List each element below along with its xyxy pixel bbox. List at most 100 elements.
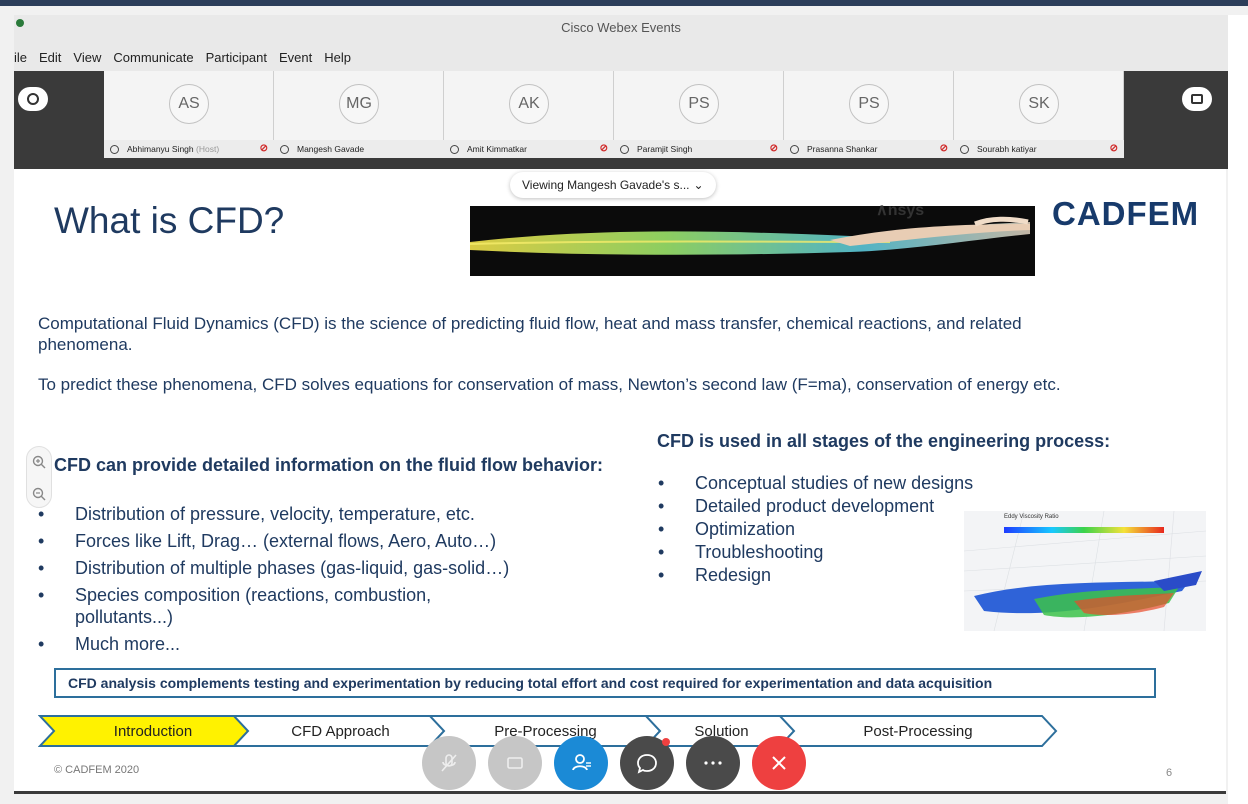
right-rail	[1228, 15, 1248, 804]
meeting-info-button[interactable]	[18, 87, 48, 111]
cadfem-logo: CADFEM	[1052, 195, 1200, 232]
avatar: PS	[679, 84, 719, 124]
menu-bar: ile Edit View Communicate Participant Ev…	[14, 43, 1228, 71]
left-section-heading: CFD can provide detailed information on …	[54, 455, 604, 475]
title-bar: Cisco Webex Events	[14, 15, 1228, 43]
participants-button[interactable]	[554, 736, 608, 790]
slide-page-number: 6	[1166, 767, 1173, 779]
participant-tile[interactable]: PS Paramjit Singh ⊘	[614, 71, 784, 158]
participant-tile[interactable]: AS Abhimanyu Singh (Host) ⊘	[104, 71, 274, 158]
participant-name: Sourabh katiyar	[977, 144, 1037, 154]
simulation-graphic: Eddy Viscosity Ratio	[964, 511, 1206, 631]
participant-name-bar: Sourabh katiyar ⊘	[954, 140, 1124, 158]
muted-mic-icon: ⊘	[939, 143, 948, 154]
presenter-icon	[280, 144, 289, 154]
list-item: Much more...	[38, 633, 598, 655]
sim-legend-title: Eddy Viscosity Ratio	[1004, 514, 1059, 520]
muted-mic-icon: ⊘	[259, 143, 268, 154]
menu-view[interactable]: View	[73, 50, 101, 65]
list-item: Forces like Lift, Drag… (external flows,…	[38, 530, 598, 552]
menu-help[interactable]: Help	[324, 50, 351, 65]
participant-name: Paramjit Singh	[637, 144, 693, 154]
participant-name: Amit Kimmatkar	[467, 144, 527, 154]
layout-button[interactable]	[1182, 87, 1212, 111]
cfd-definition: Computational Fluid Dynamics (CFD) is th…	[38, 314, 1022, 354]
webex-window: Cisco Webex Events ile Edit View Communi…	[0, 0, 1248, 804]
list-item: Conceptual studies of new designs	[658, 472, 1058, 494]
avatar: SK	[1019, 84, 1059, 124]
participant-name: Mangesh Gavade	[297, 144, 365, 154]
menu-edit[interactable]: Edit	[39, 50, 61, 65]
headset-icon	[790, 144, 799, 154]
avatar: MG	[339, 84, 379, 124]
chat-icon	[637, 754, 657, 774]
participant-name-bar: Mangesh Gavade	[274, 140, 444, 158]
info-icon	[27, 93, 39, 105]
cfd-equations-text: To predict these phenomena, CFD solves e…	[38, 375, 1061, 394]
slide-bottom-border	[14, 791, 1226, 794]
window-title: Cisco Webex Events	[561, 20, 681, 35]
slide-title: What is CFD?	[54, 200, 285, 241]
participant-name: Abhimanyu Singh	[127, 144, 194, 154]
video-button[interactable]	[488, 736, 542, 790]
participant-tile[interactable]: AK Amit Kimmatkar ⊘	[444, 71, 614, 158]
top-strip	[0, 0, 1248, 6]
list-item: Distribution of multiple phases (gas-liq…	[38, 557, 598, 579]
avatar: AK	[509, 84, 549, 124]
mute-button[interactable]	[422, 736, 476, 790]
process-steps: Introduction CFD Approach Pre-Processing…	[37, 714, 1060, 748]
muted-mic-icon: ⊘	[1109, 143, 1118, 154]
step-introduction: Introduction	[113, 723, 193, 740]
zoom-control[interactable]	[26, 446, 52, 508]
end-meeting-button[interactable]	[752, 736, 806, 790]
participants-icon	[572, 754, 591, 771]
wing-simulation-image: Eddy Viscosity Ratio	[964, 511, 1206, 631]
left-bullet-list: Distribution of pressure, velocity, temp…	[38, 503, 598, 660]
participant-name-bar: Prasanna Shankar ⊘	[784, 140, 954, 158]
muted-mic-icon: ⊘	[769, 143, 778, 154]
participant-name: Prasanna Shankar	[807, 144, 878, 154]
more-icon	[704, 761, 722, 765]
headset-icon	[960, 144, 969, 154]
participant-tile[interactable]: SK Sourabh katiyar ⊘	[954, 71, 1124, 158]
step-cfd-approach: CFD Approach	[291, 723, 390, 740]
headset-icon	[620, 144, 629, 154]
close-icon	[772, 756, 786, 770]
camera-icon	[507, 757, 523, 769]
headset-icon	[110, 144, 119, 154]
mic-off-icon	[441, 754, 457, 772]
avatar: AS	[169, 84, 209, 124]
headset-icon	[450, 144, 459, 154]
viewing-share-indicator[interactable]: Viewing Mangesh Gavade's s... ⌄	[510, 172, 716, 198]
step-pre-processing: Pre-Processing	[494, 723, 597, 740]
participant-tile[interactable]: MG Mangesh Gavade	[274, 71, 444, 158]
airflow-image	[470, 206, 1035, 276]
participant-name-bar: Abhimanyu Singh (Host) ⊘	[104, 140, 274, 158]
avatar: PS	[849, 84, 889, 124]
menu-file[interactable]: ile	[14, 50, 27, 65]
chat-button[interactable]	[620, 736, 674, 790]
participant-tile[interactable]: PS Prasanna Shankar ⊘	[784, 71, 954, 158]
menu-communicate[interactable]: Communicate	[113, 50, 193, 65]
cfd-simulation-banner	[470, 206, 1035, 276]
participant-name-bar: Paramjit Singh ⊘	[614, 140, 784, 158]
chat-notification-dot	[662, 738, 670, 746]
callout-box: CFD analysis complements testing and exp…	[54, 668, 1156, 698]
step-post-processing: Post-Processing	[863, 723, 973, 740]
menu-event[interactable]: Event	[279, 50, 312, 65]
more-options-button[interactable]	[686, 736, 740, 790]
viewing-share-text: Viewing Mangesh Gavade's s...	[522, 178, 690, 192]
participant-name-bar: Amit Kimmatkar ⊘	[444, 140, 614, 158]
zoom-icons	[32, 455, 46, 501]
menu-participant[interactable]: Participant	[206, 50, 267, 65]
layout-icon	[1191, 94, 1203, 104]
right-section-heading: CFD is used in all stages of the enginee…	[657, 431, 1111, 451]
ansys-logo: ∧nsys	[876, 202, 925, 219]
participant-strip: AS Abhimanyu Singh (Host) ⊘ MG Mangesh G…	[14, 71, 1228, 169]
host-tag: (Host)	[196, 144, 220, 154]
muted-mic-icon: ⊘	[599, 143, 608, 154]
list-item: Species composition (reactions, combusti…	[38, 584, 518, 628]
slide-copyright: © CADFEM 2020	[54, 764, 140, 776]
list-item: Distribution of pressure, velocity, temp…	[38, 503, 598, 525]
chevron-down-icon: ⌄	[693, 178, 704, 192]
